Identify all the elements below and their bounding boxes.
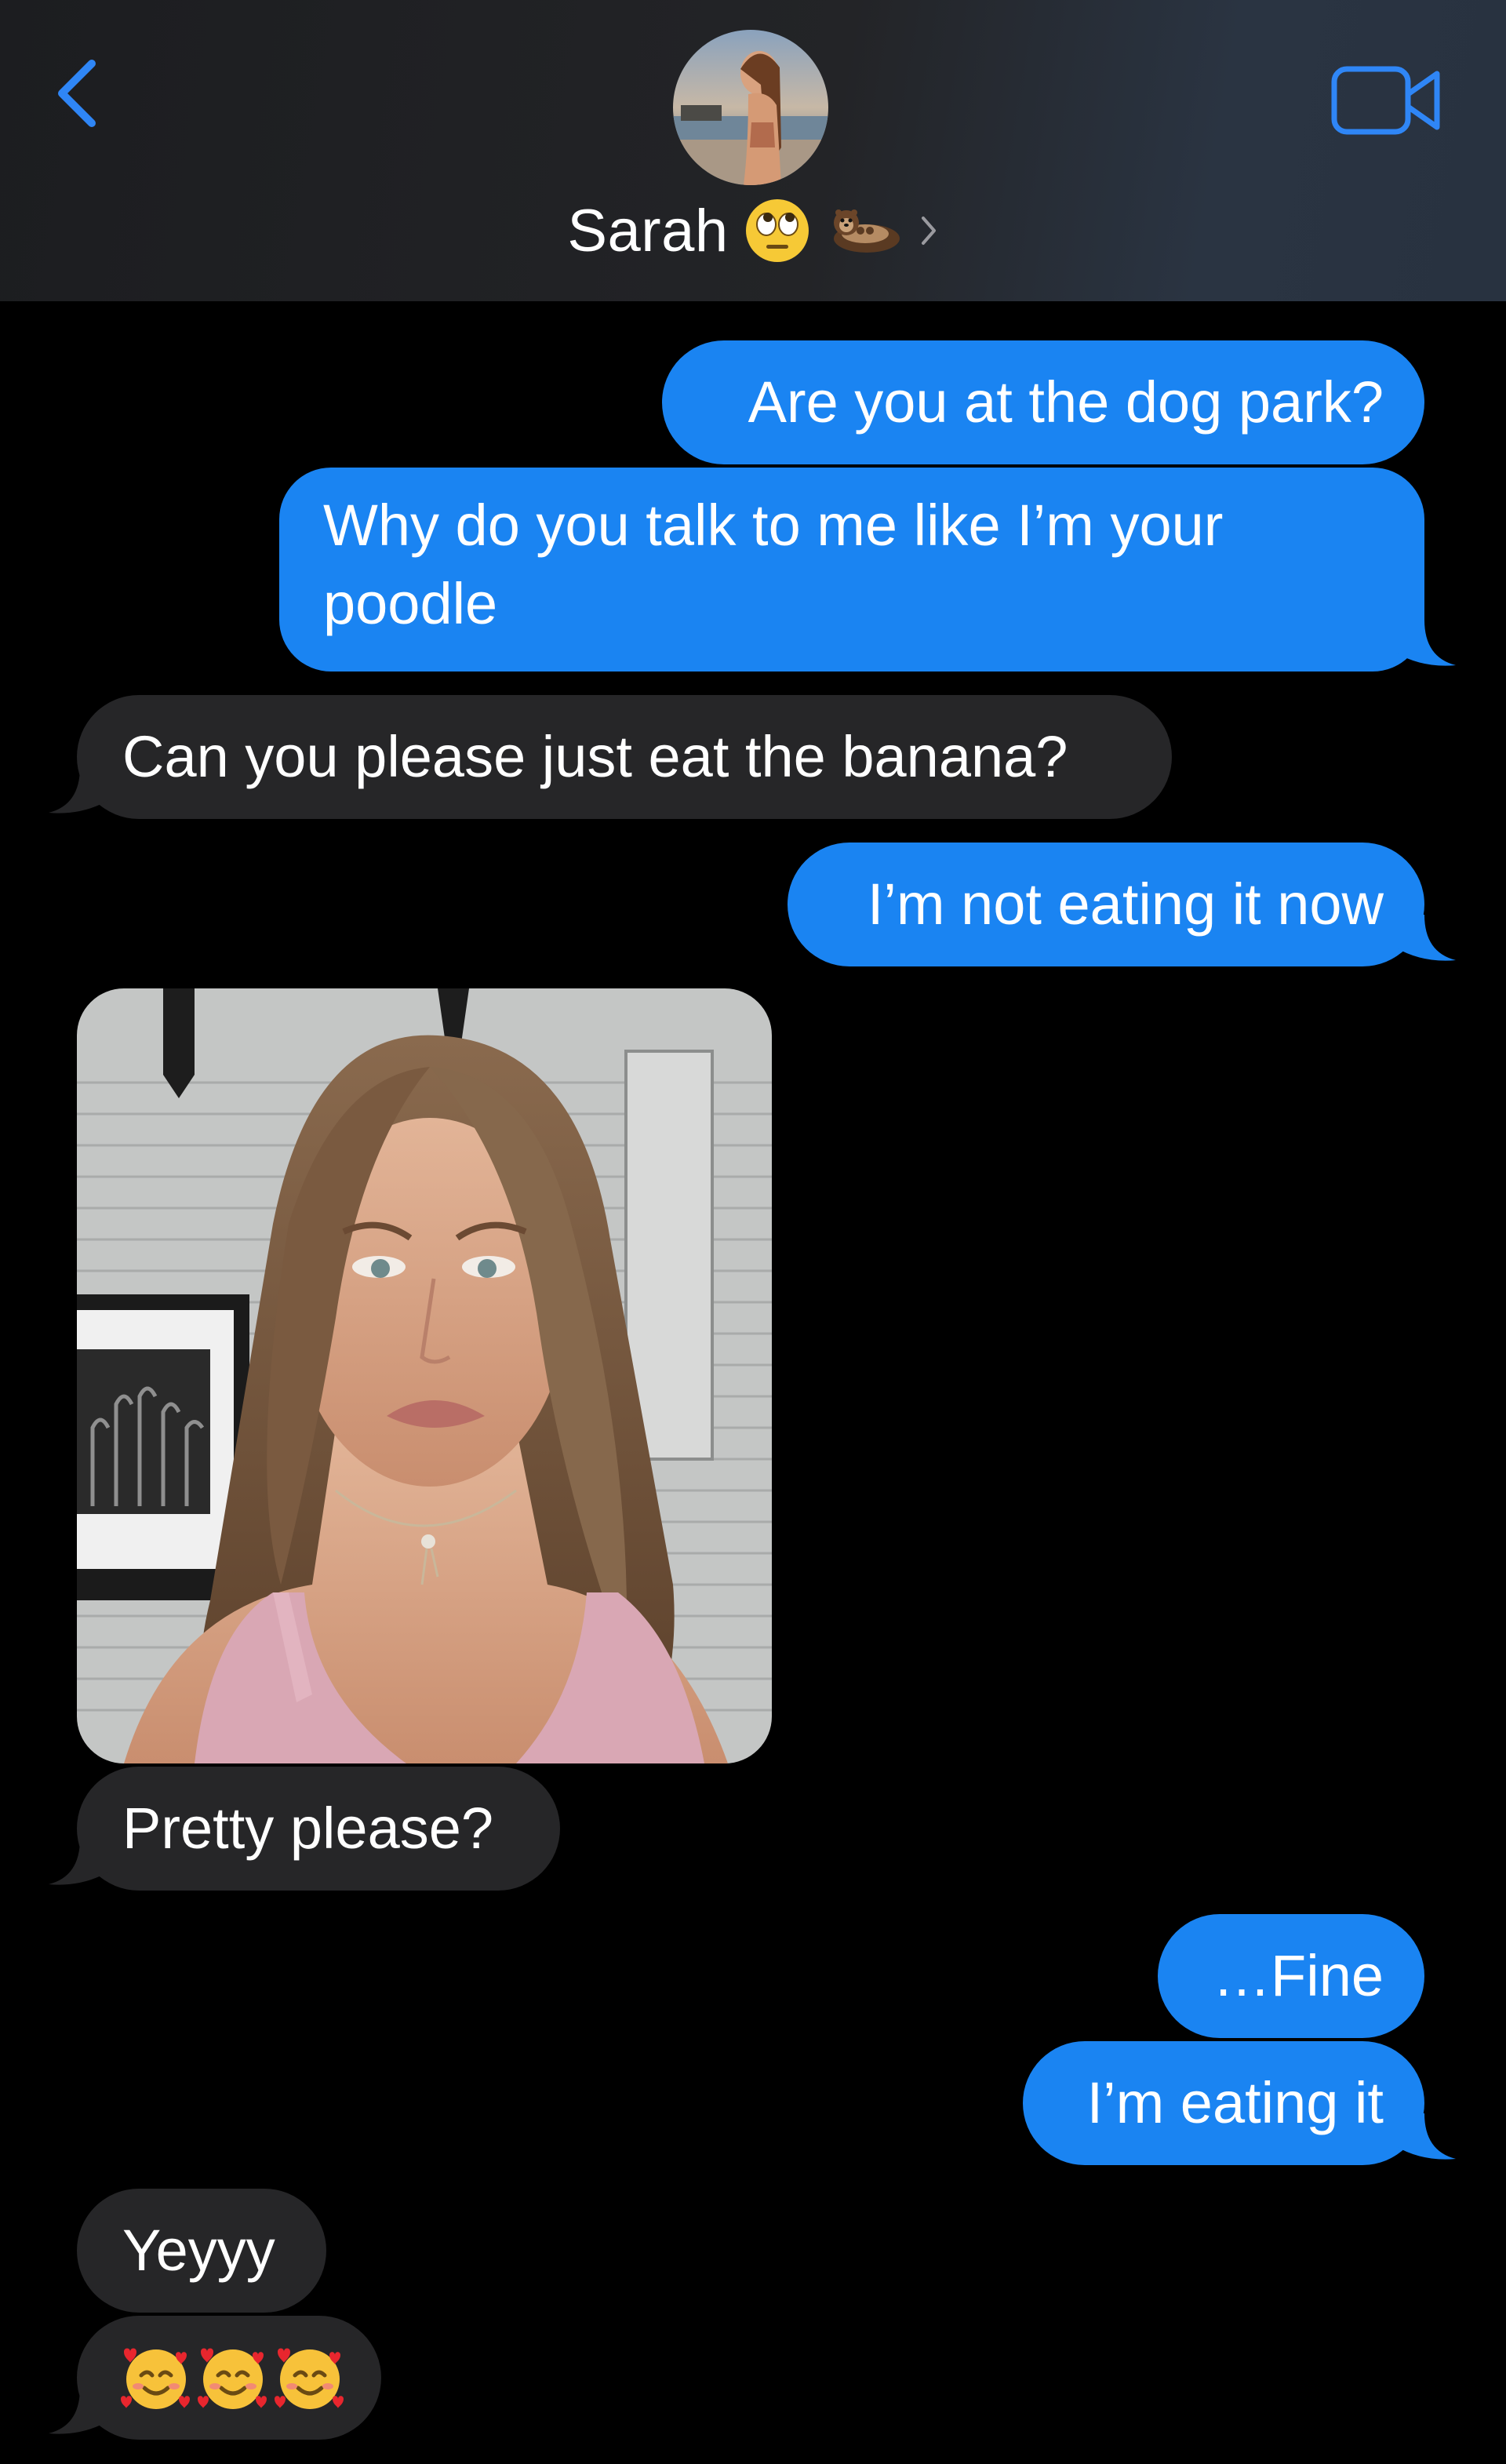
bubble-tail — [49, 767, 111, 813]
chevron-left-icon — [58, 60, 96, 127]
outgoing-message[interactable]: I’m eating it — [1023, 2041, 1424, 2165]
incoming-message[interactable]: Yeyyy — [77, 2189, 326, 2313]
back-button[interactable] — [47, 50, 110, 136]
incoming-message[interactable]: Can you please just eat the banana? — [77, 695, 1172, 819]
message-text: I’m not eating it now — [867, 872, 1384, 937]
video-call-button[interactable] — [1329, 61, 1446, 140]
otter-icon — [826, 199, 904, 262]
contact-name-button[interactable]: Sarah — [0, 193, 1506, 268]
bubble-tail — [49, 2388, 111, 2434]
face-with-rolling-eyes-icon — [743, 196, 812, 265]
video-camera-icon — [1331, 66, 1440, 135]
outgoing-message[interactable]: Are you at the dog park? — [662, 340, 1424, 464]
bubble-tail — [1393, 915, 1456, 961]
contact-name: Sarah — [567, 197, 729, 264]
outgoing-message[interactable]: Why do you talk to me like I’m your pood… — [279, 468, 1424, 672]
message-text: Can you please just eat the banana? — [122, 724, 1068, 789]
outgoing-message[interactable]: …Fine — [1158, 1914, 1424, 2038]
message-text-line: Why do you talk to me like I’m your — [323, 493, 1224, 558]
incoming-emoji-message[interactable] — [77, 2316, 381, 2440]
message-text: Yeyyy — [122, 2218, 275, 2283]
smiling-face-with-hearts-icon — [198, 2348, 267, 2409]
chevron-right-icon — [921, 217, 936, 245]
message-text: …Fine — [1213, 1943, 1384, 2008]
bubble-tail — [1393, 2113, 1456, 2160]
message-text: I’m eating it — [1086, 2070, 1384, 2135]
bubble-tail — [1393, 620, 1456, 666]
message-text: Pretty please? — [122, 1796, 494, 1861]
outgoing-message[interactable]: I’m not eating it now — [788, 843, 1424, 966]
message-text-line: poodle — [323, 571, 498, 636]
message-text: Are you at the dog park? — [748, 369, 1384, 435]
smiling-face-with-hearts-icon — [121, 2348, 190, 2409]
conversation-header: Sarah — [0, 0, 1506, 301]
bubble-tail — [49, 1839, 111, 1885]
contact-avatar[interactable] — [673, 30, 828, 185]
smiling-face-with-hearts-icon — [275, 2348, 344, 2409]
incoming-message[interactable]: Pretty please? — [77, 1767, 560, 1891]
photo-attachment[interactable] — [77, 988, 772, 1763]
